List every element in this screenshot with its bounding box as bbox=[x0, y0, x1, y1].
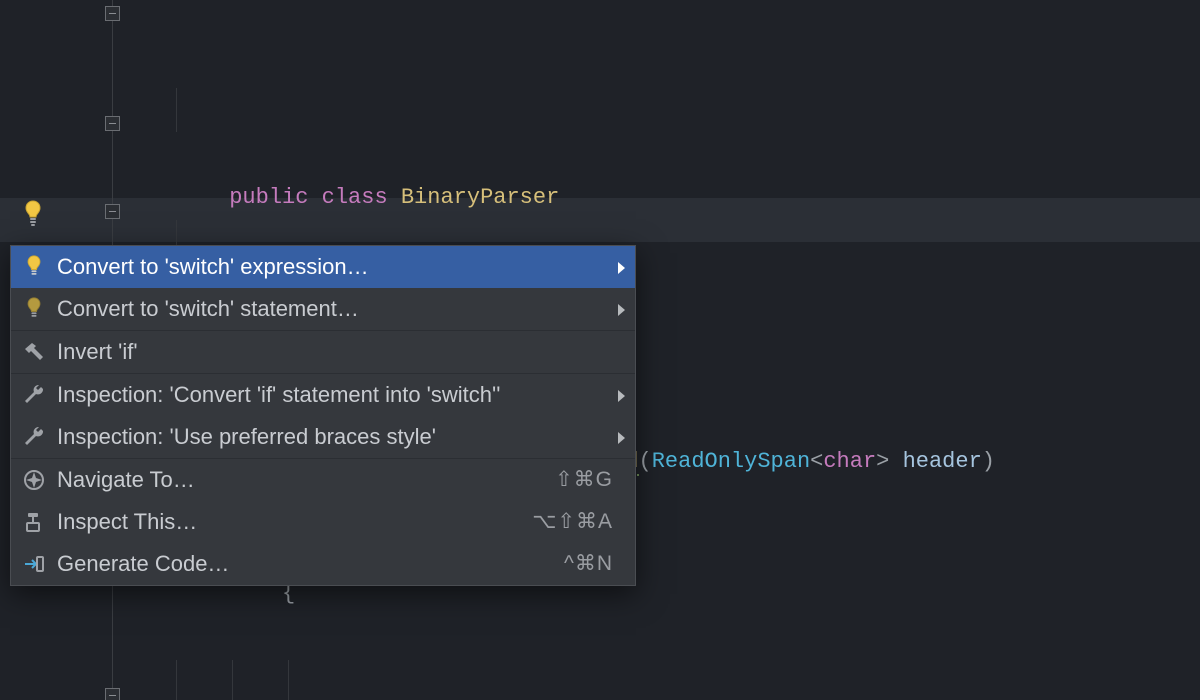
menu-item-invert-if[interactable]: Invert 'if' bbox=[11, 331, 635, 373]
menu-item-shortcut: ⌥⇧⌘A bbox=[532, 510, 613, 534]
fold-toggle-icon[interactable] bbox=[105, 6, 120, 21]
menu-item-label: Inspect This… bbox=[57, 509, 520, 534]
wrench-icon bbox=[21, 382, 47, 408]
intention-actions-popup: Convert to 'switch' expression… Convert … bbox=[10, 245, 636, 586]
menu-item-generate-code[interactable]: Generate Code… ^⌘N bbox=[11, 543, 635, 585]
menu-item-label: Convert to 'switch' expression… bbox=[57, 254, 613, 279]
submenu-arrow-icon bbox=[613, 424, 625, 449]
menu-item-label: Inspection: 'Use preferred braces style' bbox=[57, 424, 613, 449]
compass-icon bbox=[21, 467, 47, 493]
hammer-icon bbox=[21, 339, 47, 365]
fold-toggle-icon[interactable] bbox=[105, 204, 120, 219]
parameter-name: header bbox=[903, 449, 982, 474]
wrench-icon bbox=[21, 424, 47, 450]
bulb-icon bbox=[21, 254, 47, 280]
menu-item-inspection-convert-if[interactable]: Inspection: 'Convert 'if' statement into… bbox=[11, 374, 635, 416]
intention-bulb-icon[interactable] bbox=[22, 200, 44, 228]
menu-item-shortcut: ⇧⌘G bbox=[555, 468, 613, 492]
menu-item-convert-switch-expression[interactable]: Convert to 'switch' expression… bbox=[11, 246, 635, 288]
menu-item-label: Generate Code… bbox=[57, 551, 552, 576]
menu-item-inspection-braces-style[interactable]: Inspection: 'Use preferred braces style' bbox=[11, 416, 635, 458]
keyword: class bbox=[322, 185, 388, 210]
menu-item-label: Convert to 'switch' statement… bbox=[57, 296, 613, 321]
bulb-dim-icon bbox=[21, 296, 47, 322]
type-name: BinaryParser bbox=[401, 185, 559, 210]
menu-item-inspect-this[interactable]: Inspect This… ⌥⇧⌘A bbox=[11, 501, 635, 543]
submenu-arrow-icon bbox=[613, 382, 625, 407]
menu-item-shortcut: ^⌘N bbox=[564, 552, 613, 576]
menu-item-label: Invert 'if' bbox=[57, 339, 613, 364]
submenu-arrow-icon bbox=[613, 254, 625, 279]
menu-item-label: Navigate To… bbox=[57, 467, 543, 492]
code-line: public class BinaryParser bbox=[150, 88, 1200, 132]
fold-toggle-icon[interactable] bbox=[105, 688, 120, 700]
keyword: char bbox=[823, 449, 876, 474]
submenu-arrow-icon bbox=[613, 296, 625, 321]
fold-toggle-icon[interactable] bbox=[105, 116, 120, 131]
keyword: public bbox=[229, 185, 308, 210]
menu-item-navigate-to[interactable]: Navigate To… ⇧⌘G bbox=[11, 459, 635, 501]
menu-item-label: Inspection: 'Convert 'if' statement into… bbox=[57, 382, 613, 407]
type-name: ReadOnlySpan bbox=[652, 449, 810, 474]
generate-icon bbox=[21, 551, 47, 577]
code-line: if (header.SequenceEqual(other: "<==HEAD… bbox=[150, 660, 1200, 700]
menu-item-convert-switch-statement[interactable]: Convert to 'switch' statement… bbox=[11, 288, 635, 330]
inspect-icon bbox=[21, 509, 47, 535]
